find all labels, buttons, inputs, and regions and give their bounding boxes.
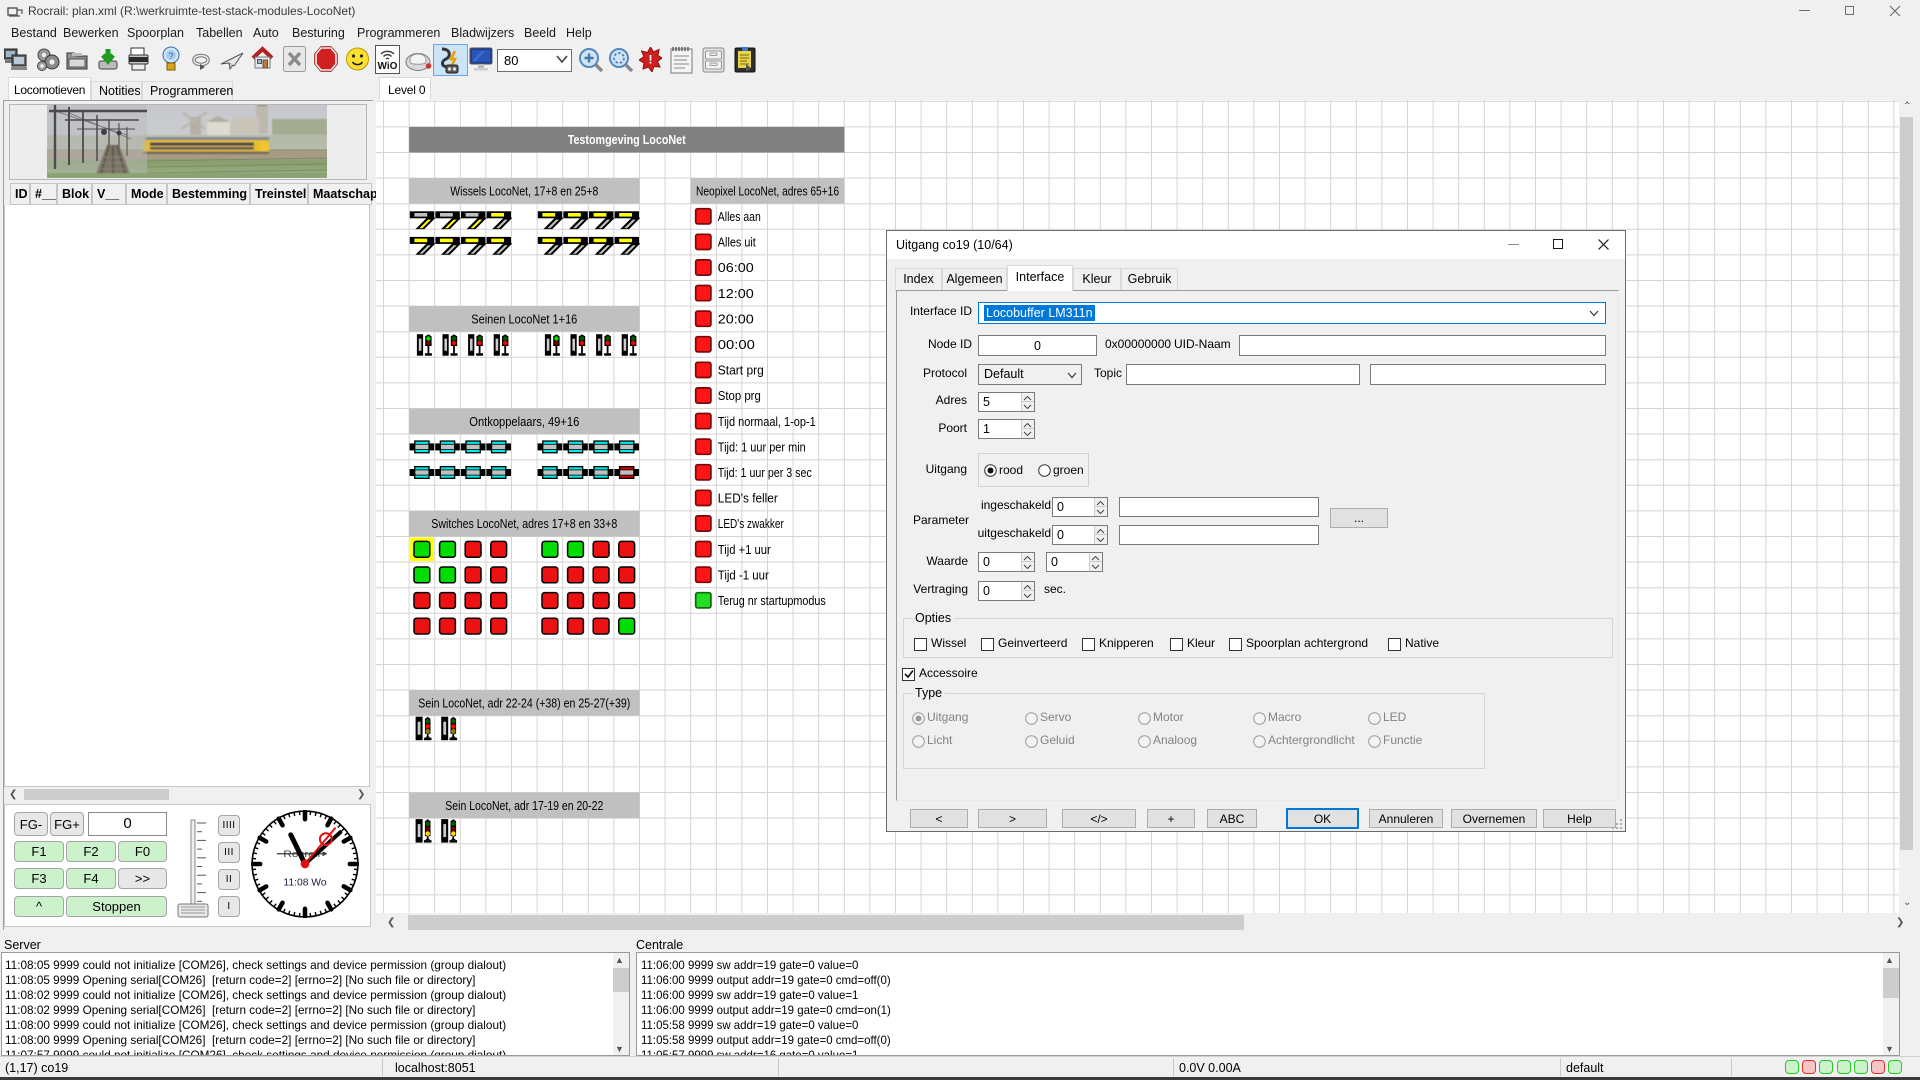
- svg-text:20:00: 20:00: [718, 312, 754, 326]
- svg-text:Alles uit: Alles uit: [718, 236, 756, 250]
- svg-text:Tijd -1 uur: Tijd -1 uur: [718, 568, 769, 582]
- svg-text:Tijd: 1 uur per min: Tijd: 1 uur per min: [718, 440, 806, 454]
- svg-text:Neopixel LocoNet, adres 65+16: Neopixel LocoNet, adres 65+16: [696, 184, 839, 198]
- svg-text:00:00: 00:00: [718, 338, 755, 352]
- svg-text:Tijd +1 uur: Tijd +1 uur: [718, 543, 771, 557]
- svg-text:WiO: WiO: [378, 61, 398, 72]
- svg-text:Wissels LocoNet, 17+8 en 25+8: Wissels LocoNet, 17+8 en 25+8: [450, 184, 598, 198]
- svg-text:Sein LocoNet, adr 22-24 (+38): Sein LocoNet, adr 22-24 (+38) en 25-27(+…: [418, 696, 630, 710]
- svg-text:Stop prg: Stop prg: [718, 389, 761, 403]
- svg-text:Terug nr startupmodus: Terug nr startupmodus: [718, 594, 826, 608]
- svg-text:06:00: 06:00: [718, 261, 754, 275]
- svg-text:Alles aan: Alles aan: [718, 210, 761, 224]
- svg-text:Testomgeving LocoNet: Testomgeving LocoNet: [568, 133, 687, 147]
- svg-text:LED's feller: LED's feller: [718, 492, 778, 506]
- svg-text:12:00: 12:00: [718, 287, 754, 301]
- svg-text:Seinen LocoNet 1+16: Seinen LocoNet 1+16: [471, 312, 577, 326]
- svg-text:Start prg: Start prg: [718, 364, 764, 378]
- svg-text:!: !: [649, 53, 653, 67]
- svg-text:?: ?: [168, 51, 173, 61]
- svg-text:Ontkoppelaars, 49+16: Ontkoppelaars, 49+16: [469, 415, 579, 429]
- svg-text:Switches LocoNet, adres 17+8 e: Switches LocoNet, adres 17+8 en 33+8: [431, 517, 617, 531]
- svg-text:11:08 Wo: 11:08 Wo: [283, 878, 327, 889]
- svg-text:Sein LocoNet, adr 17-19 en 20-: Sein LocoNet, adr 17-19 en 20-22: [445, 799, 603, 813]
